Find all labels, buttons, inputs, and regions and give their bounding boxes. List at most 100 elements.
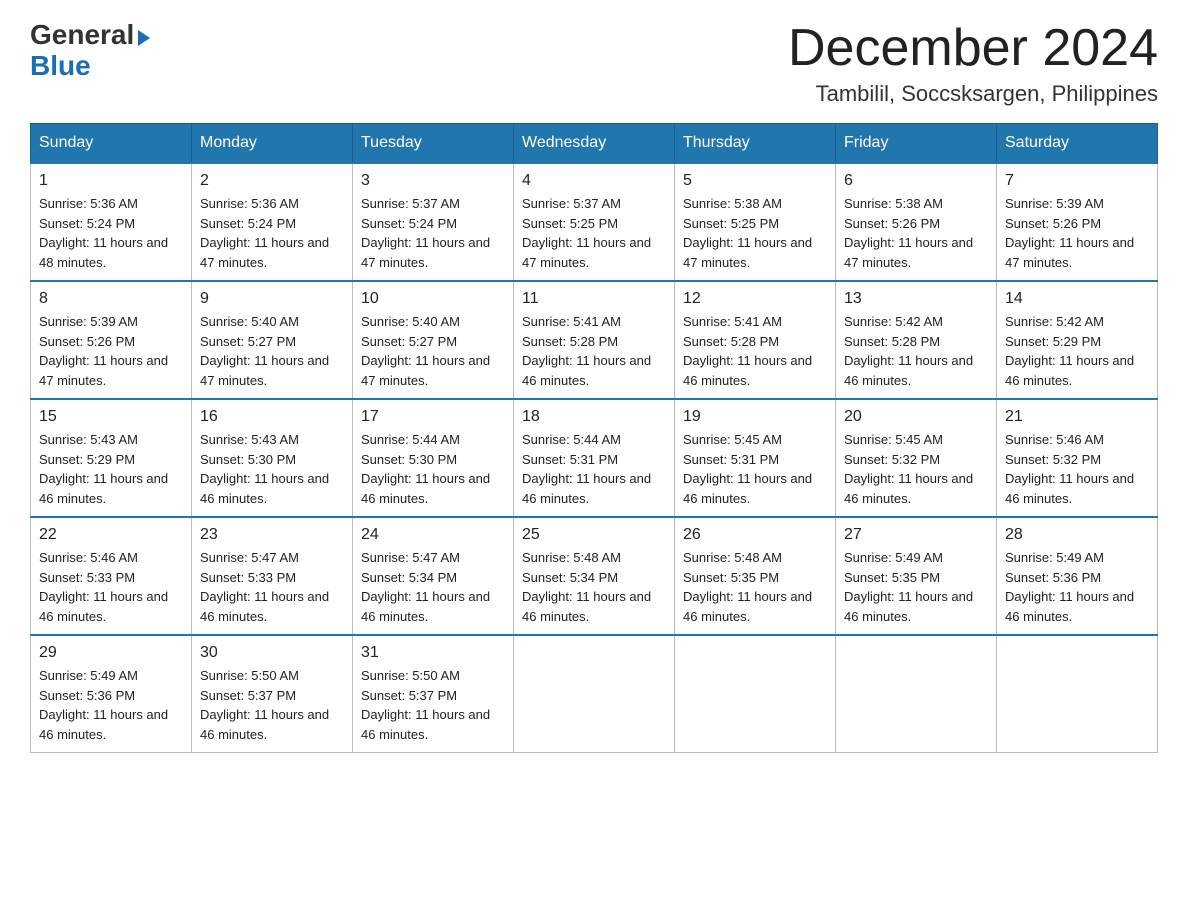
sunrise-label: Sunrise: 5:39 AM bbox=[39, 314, 138, 329]
month-title: December 2024 bbox=[788, 20, 1158, 77]
daylight-label: Daylight: 11 hours and 46 minutes. bbox=[361, 707, 490, 742]
day-info: Sunrise: 5:43 AM Sunset: 5:29 PM Dayligh… bbox=[39, 430, 183, 508]
sunset-label: Sunset: 5:24 PM bbox=[200, 216, 296, 231]
sunset-label: Sunset: 5:29 PM bbox=[1005, 334, 1101, 349]
sunrise-label: Sunrise: 5:47 AM bbox=[361, 550, 460, 565]
day-info: Sunrise: 5:36 AM Sunset: 5:24 PM Dayligh… bbox=[200, 194, 344, 272]
sunrise-label: Sunrise: 5:46 AM bbox=[1005, 432, 1104, 447]
day-info: Sunrise: 5:44 AM Sunset: 5:31 PM Dayligh… bbox=[522, 430, 666, 508]
daylight-label: Daylight: 11 hours and 46 minutes. bbox=[522, 471, 651, 506]
logo-blue-text: Blue bbox=[30, 50, 91, 81]
logo: General Blue bbox=[30, 20, 150, 82]
sunrise-label: Sunrise: 5:44 AM bbox=[361, 432, 460, 447]
sunset-label: Sunset: 5:29 PM bbox=[39, 452, 135, 467]
day-info: Sunrise: 5:39 AM Sunset: 5:26 PM Dayligh… bbox=[39, 312, 183, 390]
day-number: 2 bbox=[200, 172, 344, 190]
sunrise-label: Sunrise: 5:47 AM bbox=[200, 550, 299, 565]
table-row: 13 Sunrise: 5:42 AM Sunset: 5:28 PM Dayl… bbox=[836, 281, 997, 399]
day-number: 17 bbox=[361, 408, 505, 426]
calendar-week-row: 1 Sunrise: 5:36 AM Sunset: 5:24 PM Dayli… bbox=[31, 163, 1158, 281]
table-row bbox=[836, 635, 997, 753]
daylight-label: Daylight: 11 hours and 46 minutes. bbox=[200, 471, 329, 506]
daylight-label: Daylight: 11 hours and 47 minutes. bbox=[1005, 235, 1134, 270]
daylight-label: Daylight: 11 hours and 46 minutes. bbox=[683, 471, 812, 506]
calendar-week-row: 22 Sunrise: 5:46 AM Sunset: 5:33 PM Dayl… bbox=[31, 517, 1158, 635]
table-row: 1 Sunrise: 5:36 AM Sunset: 5:24 PM Dayli… bbox=[31, 163, 192, 281]
table-row: 24 Sunrise: 5:47 AM Sunset: 5:34 PM Dayl… bbox=[353, 517, 514, 635]
sunrise-label: Sunrise: 5:48 AM bbox=[522, 550, 621, 565]
day-info: Sunrise: 5:45 AM Sunset: 5:32 PM Dayligh… bbox=[844, 430, 988, 508]
table-row: 29 Sunrise: 5:49 AM Sunset: 5:36 PM Dayl… bbox=[31, 635, 192, 753]
title-section: December 2024 Tambilil, Soccsksargen, Ph… bbox=[788, 20, 1158, 107]
table-row: 18 Sunrise: 5:44 AM Sunset: 5:31 PM Dayl… bbox=[514, 399, 675, 517]
table-row: 21 Sunrise: 5:46 AM Sunset: 5:32 PM Dayl… bbox=[997, 399, 1158, 517]
day-info: Sunrise: 5:41 AM Sunset: 5:28 PM Dayligh… bbox=[683, 312, 827, 390]
day-number: 30 bbox=[200, 644, 344, 662]
day-number: 5 bbox=[683, 172, 827, 190]
daylight-label: Daylight: 11 hours and 47 minutes. bbox=[683, 235, 812, 270]
day-info: Sunrise: 5:50 AM Sunset: 5:37 PM Dayligh… bbox=[361, 666, 505, 744]
logo-triangle-icon bbox=[138, 30, 150, 46]
sunset-label: Sunset: 5:24 PM bbox=[361, 216, 457, 231]
table-row: 31 Sunrise: 5:50 AM Sunset: 5:37 PM Dayl… bbox=[353, 635, 514, 753]
day-info: Sunrise: 5:42 AM Sunset: 5:29 PM Dayligh… bbox=[1005, 312, 1149, 390]
day-number: 29 bbox=[39, 644, 183, 662]
sunrise-label: Sunrise: 5:36 AM bbox=[200, 196, 299, 211]
daylight-label: Daylight: 11 hours and 46 minutes. bbox=[200, 589, 329, 624]
page-header: General Blue December 2024 Tambilil, Soc… bbox=[30, 20, 1158, 107]
day-number: 1 bbox=[39, 172, 183, 190]
day-number: 16 bbox=[200, 408, 344, 426]
table-row: 9 Sunrise: 5:40 AM Sunset: 5:27 PM Dayli… bbox=[192, 281, 353, 399]
daylight-label: Daylight: 11 hours and 46 minutes. bbox=[683, 589, 812, 624]
calendar-week-row: 15 Sunrise: 5:43 AM Sunset: 5:29 PM Dayl… bbox=[31, 399, 1158, 517]
day-number: 26 bbox=[683, 526, 827, 544]
daylight-label: Daylight: 11 hours and 46 minutes. bbox=[361, 589, 490, 624]
table-row: 10 Sunrise: 5:40 AM Sunset: 5:27 PM Dayl… bbox=[353, 281, 514, 399]
daylight-label: Daylight: 11 hours and 47 minutes. bbox=[361, 235, 490, 270]
sunset-label: Sunset: 5:32 PM bbox=[1005, 452, 1101, 467]
day-info: Sunrise: 5:39 AM Sunset: 5:26 PM Dayligh… bbox=[1005, 194, 1149, 272]
sunrise-label: Sunrise: 5:39 AM bbox=[1005, 196, 1104, 211]
table-row: 20 Sunrise: 5:45 AM Sunset: 5:32 PM Dayl… bbox=[836, 399, 997, 517]
sunset-label: Sunset: 5:25 PM bbox=[522, 216, 618, 231]
day-info: Sunrise: 5:50 AM Sunset: 5:37 PM Dayligh… bbox=[200, 666, 344, 744]
sunset-label: Sunset: 5:28 PM bbox=[522, 334, 618, 349]
calendar-header-row: Sunday Monday Tuesday Wednesday Thursday… bbox=[31, 124, 1158, 164]
table-row: 30 Sunrise: 5:50 AM Sunset: 5:37 PM Dayl… bbox=[192, 635, 353, 753]
sunset-label: Sunset: 5:33 PM bbox=[200, 570, 296, 585]
day-info: Sunrise: 5:42 AM Sunset: 5:28 PM Dayligh… bbox=[844, 312, 988, 390]
daylight-label: Daylight: 11 hours and 46 minutes. bbox=[1005, 353, 1134, 388]
table-row: 22 Sunrise: 5:46 AM Sunset: 5:33 PM Dayl… bbox=[31, 517, 192, 635]
sunrise-label: Sunrise: 5:45 AM bbox=[683, 432, 782, 447]
sunset-label: Sunset: 5:34 PM bbox=[361, 570, 457, 585]
sunrise-label: Sunrise: 5:43 AM bbox=[39, 432, 138, 447]
sunrise-label: Sunrise: 5:38 AM bbox=[844, 196, 943, 211]
sunrise-label: Sunrise: 5:50 AM bbox=[200, 668, 299, 683]
day-number: 9 bbox=[200, 290, 344, 308]
daylight-label: Daylight: 11 hours and 46 minutes. bbox=[844, 471, 973, 506]
day-number: 12 bbox=[683, 290, 827, 308]
day-number: 3 bbox=[361, 172, 505, 190]
table-row: 6 Sunrise: 5:38 AM Sunset: 5:26 PM Dayli… bbox=[836, 163, 997, 281]
daylight-label: Daylight: 11 hours and 46 minutes. bbox=[844, 353, 973, 388]
daylight-label: Daylight: 11 hours and 46 minutes. bbox=[1005, 589, 1134, 624]
sunrise-label: Sunrise: 5:40 AM bbox=[361, 314, 460, 329]
daylight-label: Daylight: 11 hours and 47 minutes. bbox=[522, 235, 651, 270]
sunrise-label: Sunrise: 5:42 AM bbox=[844, 314, 943, 329]
table-row: 2 Sunrise: 5:36 AM Sunset: 5:24 PM Dayli… bbox=[192, 163, 353, 281]
table-row: 7 Sunrise: 5:39 AM Sunset: 5:26 PM Dayli… bbox=[997, 163, 1158, 281]
day-number: 13 bbox=[844, 290, 988, 308]
table-row bbox=[997, 635, 1158, 753]
header-friday: Friday bbox=[836, 124, 997, 164]
daylight-label: Daylight: 11 hours and 46 minutes. bbox=[39, 589, 168, 624]
sunrise-label: Sunrise: 5:49 AM bbox=[844, 550, 943, 565]
sunset-label: Sunset: 5:35 PM bbox=[683, 570, 779, 585]
sunrise-label: Sunrise: 5:37 AM bbox=[361, 196, 460, 211]
table-row: 23 Sunrise: 5:47 AM Sunset: 5:33 PM Dayl… bbox=[192, 517, 353, 635]
day-info: Sunrise: 5:40 AM Sunset: 5:27 PM Dayligh… bbox=[361, 312, 505, 390]
header-thursday: Thursday bbox=[675, 124, 836, 164]
table-row: 17 Sunrise: 5:44 AM Sunset: 5:30 PM Dayl… bbox=[353, 399, 514, 517]
sunset-label: Sunset: 5:27 PM bbox=[200, 334, 296, 349]
day-number: 4 bbox=[522, 172, 666, 190]
day-number: 27 bbox=[844, 526, 988, 544]
